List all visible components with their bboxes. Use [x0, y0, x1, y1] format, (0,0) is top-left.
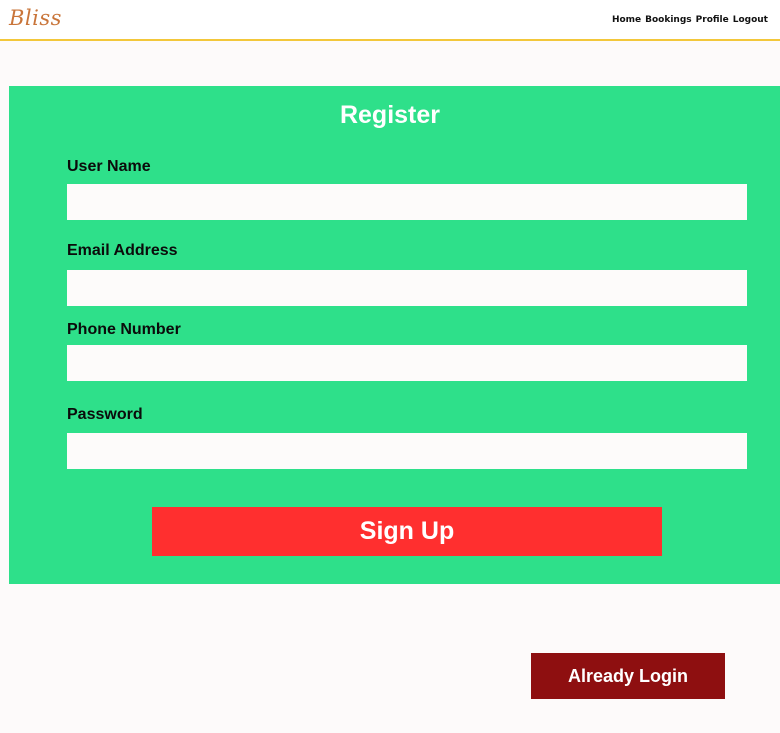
- register-panel: Register User Name Email Address Phone N…: [9, 86, 780, 584]
- nav-links: Home Bookings Profile Logout: [612, 16, 768, 25]
- nav-home-link[interactable]: Home: [612, 16, 641, 25]
- top-navbar: Bliss Home Bookings Profile Logout: [0, 0, 780, 41]
- password-input[interactable]: [67, 433, 747, 469]
- password-label: Password: [67, 406, 143, 423]
- register-title: Register: [339, 101, 441, 129]
- nav-logout-link[interactable]: Logout: [733, 16, 768, 25]
- phone-label: Phone Number: [67, 321, 181, 338]
- nav-profile-link[interactable]: Profile: [696, 16, 729, 25]
- phone-input[interactable]: [67, 345, 747, 381]
- email-label: Email Address: [67, 242, 178, 259]
- sign-up-button[interactable]: Sign Up: [152, 507, 662, 556]
- brand-logo[interactable]: Bliss: [9, 8, 62, 29]
- username-input[interactable]: [67, 184, 747, 220]
- username-label: User Name: [67, 158, 151, 175]
- nav-bookings-link[interactable]: Bookings: [645, 16, 692, 25]
- already-login-button[interactable]: Already Login: [531, 653, 725, 699]
- email-input[interactable]: [67, 270, 747, 306]
